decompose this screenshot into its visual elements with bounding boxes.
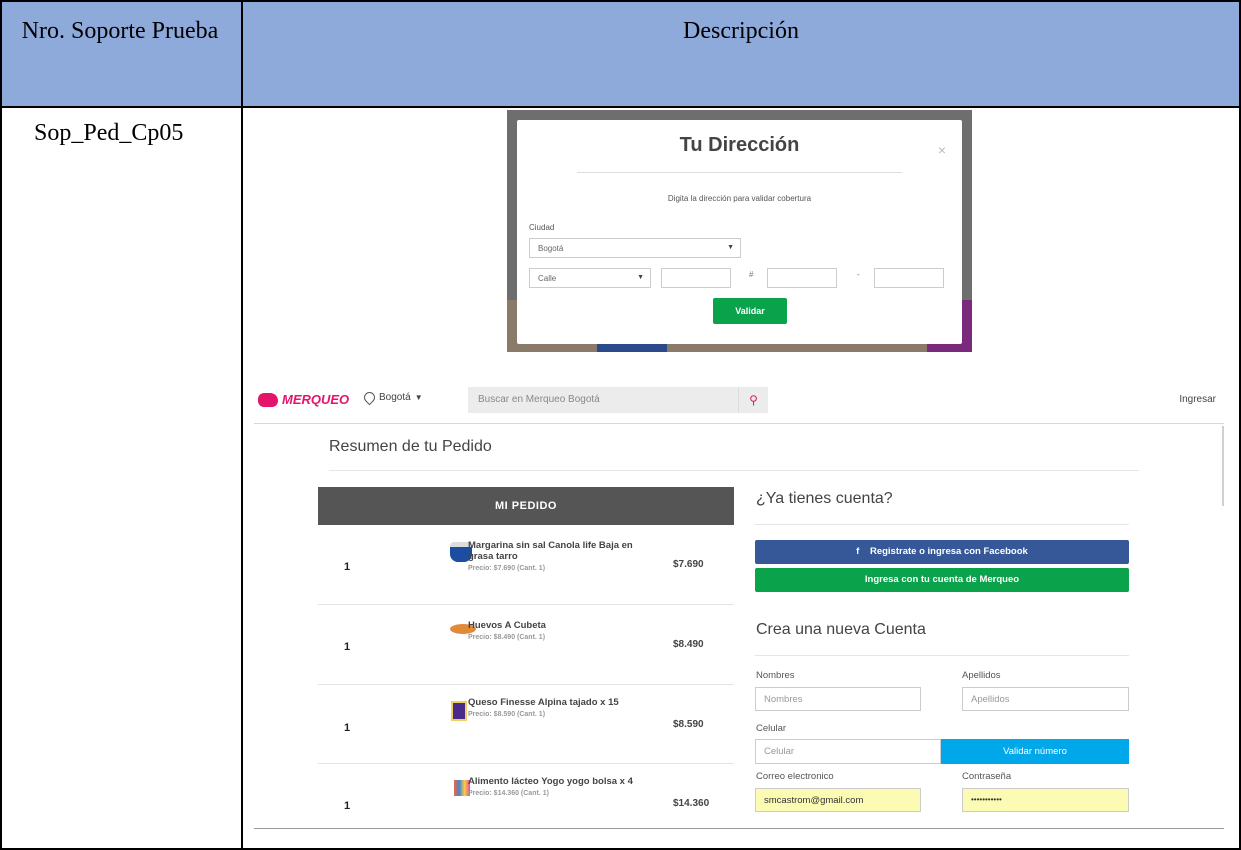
chevron-down-icon: ▼ [637,274,644,281]
facebook-icon: f [856,546,860,557]
street-type-select[interactable]: Calle ▼ [529,268,651,288]
phone-input[interactable]: Celular [755,739,941,764]
new-account-title: Crea una nueva Cuenta [756,621,926,638]
house-number-input[interactable] [874,268,944,288]
order-item: 1 Queso Finesse Alpina tajado x 15 Preci… [318,685,734,764]
email-input[interactable]: smcastrom@gmail.com [755,788,921,812]
item-quantity: 1 [344,800,351,812]
item-detail: Precio: $14.360 (Cant. 1) [468,790,549,797]
item-name-text: Margarina sin sal Canola life Baja en gr… [468,540,633,562]
item-quantity: 1 [344,561,351,573]
address-modal: Tu Dirección × Digita la dirección para … [517,120,962,344]
header-description: Descripción [683,18,799,44]
first-name-label: Nombres [756,670,795,681]
item-name: Queso Finesse Alpina tajado x 15 Precio:… [468,697,638,720]
last-name-label: Apellidos [962,670,1001,681]
table-border-left [0,0,2,850]
facebook-button-label: Registrate o ingresa con Facebook [869,546,1028,557]
item-name: Huevos A Cubeta Precio: $8.490 (Cant. 1) [468,620,638,643]
phone-label: Celular [756,723,787,734]
hash-separator: # [749,270,754,279]
item-name-text: Queso Finesse Alpina tajado x 15 [468,697,619,708]
page-bottom-divider [254,828,1224,829]
table-column-divider [241,0,243,850]
validate-address-button[interactable]: Validar [713,298,787,324]
item-name-text: Huevos A Cubeta [468,620,546,631]
search-input[interactable]: Buscar en Merqueo Bogotá [468,387,738,413]
city-name: Bogotá [379,392,411,403]
item-price: $14.360 [673,798,710,809]
city-select-value: Bogotá [538,244,564,253]
support-id: Sop_Ped_Cp05 [34,120,184,146]
order-page-screenshot: MERQUEO Bogotá ▼ Buscar en Merqueo Bogot… [254,378,1224,830]
email-label: Correo electronico [756,771,834,782]
item-detail: Precio: $8.590 (Cant. 1) [468,711,546,718]
facebook-login-button[interactable]: f Registrate o ingresa con Facebook [755,540,1129,564]
pig-icon [258,392,278,407]
order-summary-divider [329,470,1139,471]
item-detail: Precio: $8.490 (Cant. 1) [468,634,546,641]
item-name: Margarina sin sal Canola life Baja en gr… [468,540,638,574]
have-account-divider [755,524,1129,525]
scrollbar[interactable] [1222,426,1224,506]
item-quantity: 1 [344,641,351,653]
modal-title: Tu Dirección [679,134,800,156]
caret-down-icon: ▼ [414,393,423,402]
table-header-divider [0,106,1241,108]
order-item: 1 Margarina sin sal Canola life Baja en … [318,526,734,605]
item-price: $7.690 [673,559,704,570]
dash-separator: - [857,270,860,279]
street-number-input[interactable] [661,268,731,288]
search-icon[interactable]: ⚲ [738,387,768,413]
street-type-value: Calle [538,274,557,283]
modal-subtitle: Digita la dirección para validar cobertu… [667,194,812,203]
merqueo-login-button[interactable]: Ingresa con tu cuenta de Merqueo [755,568,1129,592]
chevron-down-icon: ▼ [727,244,734,251]
password-input[interactable]: ••••••••••• [962,788,1129,812]
last-name-input[interactable]: Apellidos [962,687,1129,711]
item-name-text: Alimento lácteo Yogo yogo bolsa x 4 [468,776,633,787]
city-label: Ciudad [529,223,555,232]
city-selector[interactable]: Bogotá ▼ [361,389,423,406]
city-select[interactable]: Bogotá ▼ [529,238,741,258]
table-border-top [0,0,1241,2]
cross-street-input[interactable] [767,268,837,288]
first-name-input[interactable]: Nombres [755,687,921,711]
close-icon[interactable]: × [938,142,946,158]
item-name: Alimento lácteo Yogo yogo bolsa x 4 Prec… [468,776,638,799]
password-label: Contraseña [962,771,1012,782]
navbar: MERQUEO Bogotá ▼ Buscar en Merqueo Bogot… [254,378,1224,424]
login-link[interactable]: Ingresar [1179,394,1216,405]
order-header: MI PEDIDO [318,487,734,525]
item-quantity: 1 [344,722,351,734]
address-modal-screenshot: Tu Dirección × Digita la dirección para … [507,110,972,352]
logo-text: MERQUEO [282,392,350,407]
modal-title-divider [577,172,902,173]
have-account-title: ¿Ya tienes cuenta? [756,490,893,507]
header-support-number: Nro. Soporte Prueba [21,18,219,44]
item-detail: Precio: $7.690 (Cant. 1) [468,565,546,572]
cheese-product-image [451,701,467,721]
item-price: $8.590 [673,719,704,730]
item-price: $8.490 [673,639,704,650]
order-item: 1 Huevos A Cubeta Precio: $8.490 (Cant. … [318,606,734,685]
validate-number-button[interactable]: Validar número [941,739,1129,764]
new-account-divider [755,655,1129,656]
order-item: 1 Alimento lácteo Yogo yogo bolsa x 4 Pr… [318,764,734,830]
location-pin-icon [361,389,378,406]
merqueo-logo[interactable]: MERQUEO [258,392,349,407]
order-summary-title: Resumen de tu Pedido [329,438,492,455]
